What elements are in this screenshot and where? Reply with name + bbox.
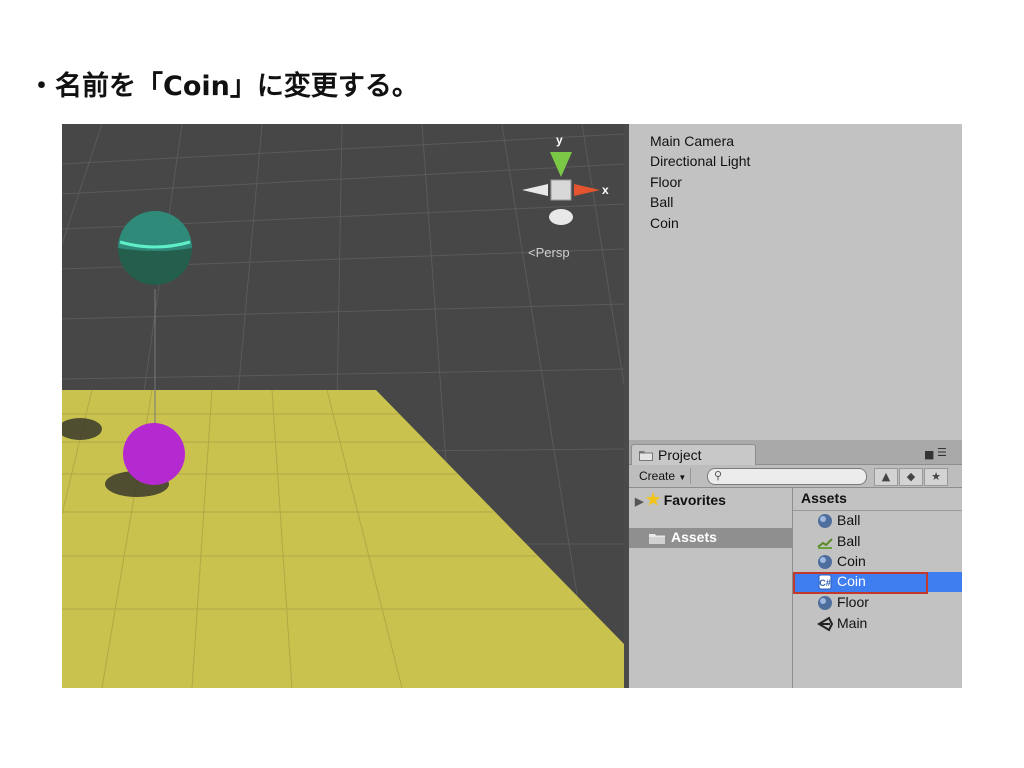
ball-sphere [123, 423, 185, 485]
create-button[interactable]: Create ▼ [635, 468, 692, 484]
sphere-icon [818, 514, 832, 528]
svg-text:x: x [602, 183, 609, 197]
instruction-text: ・名前を「Coin」に変更する。 [28, 71, 419, 102]
hierarchy-item[interactable]: Coin [650, 215, 679, 231]
filter-by-label-icon[interactable]: ◆ [899, 468, 923, 486]
favorite-star-icon[interactable]: ★ [924, 468, 948, 486]
folder-icon [639, 451, 653, 461]
hierarchy-item[interactable]: Directional Light [650, 153, 750, 169]
tab-project[interactable]: Project [631, 444, 756, 465]
sphere-icon [818, 555, 832, 569]
scene-view[interactable]: y x <Persp [62, 124, 624, 688]
search-input[interactable]: ⚲ [707, 468, 867, 485]
project-toolbar: Create ▼ ⚲ ▲ ◆ ★ [629, 465, 962, 488]
folder-icon [649, 534, 665, 544]
lock-icon[interactable]: ■ [924, 448, 934, 461]
asset-item[interactable]: Ball [793, 532, 962, 552]
expand-arrow-icon[interactable]: ▶ [635, 496, 643, 508]
physic-material-icon [817, 538, 833, 549]
sphere-icon [818, 596, 832, 610]
hierarchy-panel: Main Camera Directional Light Floor Ball… [629, 124, 962, 441]
asset-item[interactable]: Coin [793, 552, 962, 572]
axis-gizmo[interactable]: y x [514, 132, 614, 246]
asset-item[interactable]: Main [793, 614, 962, 634]
assets-breadcrumb: Assets [793, 488, 962, 511]
unity-editor-screenshot: y x <Persp Main Camera Directional Light… [62, 124, 962, 688]
assets-folder-item[interactable]: Assets [629, 528, 792, 548]
asset-item-selected[interactable]: C# Coin [793, 572, 962, 594]
project-folder-tree: ▶ ★ Favorites Assets [629, 488, 793, 688]
dropdown-arrow-icon: ▼ [678, 473, 687, 482]
assets-list: Assets Ball Ball Coin C# Coin Floor Main [793, 488, 962, 688]
svg-text:y: y [556, 133, 563, 147]
filter-by-type-icon[interactable]: ▲ [874, 468, 898, 486]
project-tabbar: Project ■ ☰ [629, 440, 962, 465]
hierarchy-item[interactable]: Ball [650, 194, 673, 210]
project-panel: Project ■ ☰ Create ▼ ⚲ ▲ ◆ ★ ▶ ★ Favorites [629, 440, 962, 688]
hierarchy-item[interactable]: Floor [650, 174, 682, 190]
asset-item[interactable]: Ball [793, 511, 962, 531]
svg-text:C#: C# [819, 578, 831, 588]
asset-item[interactable]: Floor [793, 593, 962, 613]
unity-scene-icon [817, 616, 833, 632]
favorites-item[interactable]: ▶ ★ Favorites [635, 490, 726, 510]
search-icon: ⚲ [714, 469, 723, 482]
persp-label[interactable]: <Persp [528, 245, 570, 260]
star-icon: ★ [645, 490, 661, 509]
panel-menu-icon[interactable]: ☰ [937, 446, 947, 459]
chevron-left-icon: < [528, 245, 536, 260]
script-icon: C# [818, 574, 832, 590]
hierarchy-item[interactable]: Main Camera [650, 133, 734, 149]
